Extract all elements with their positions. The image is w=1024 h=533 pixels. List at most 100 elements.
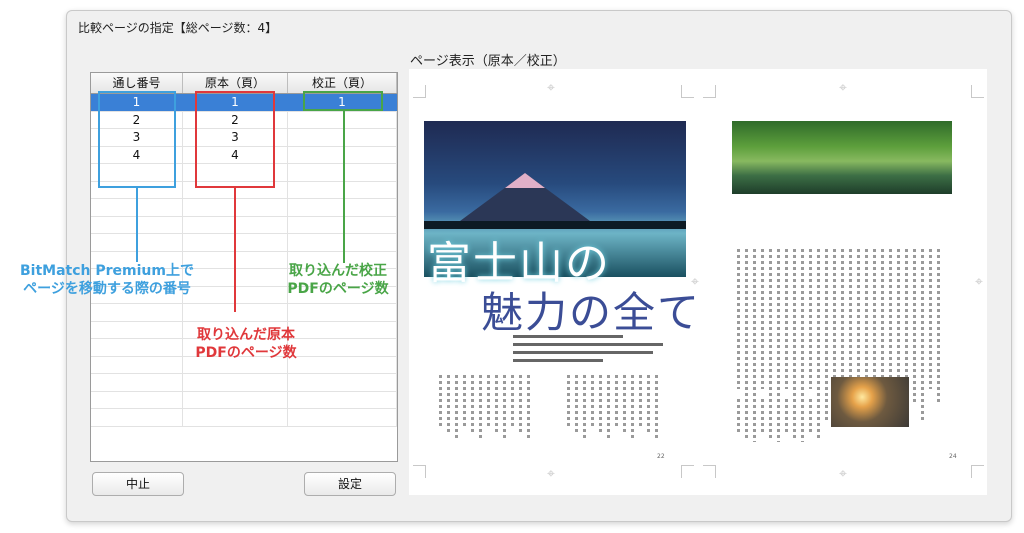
text-column [527,375,530,439]
crop-mark [413,465,426,478]
preview-label: ページ表示（原本／校正） [410,54,566,69]
text-column [801,249,804,421]
page-number-right: 24 [949,453,957,460]
text-column [737,399,740,434]
empty-cell [91,391,183,408]
text-column [881,249,884,389]
text-column [583,375,586,439]
header-serial[interactable]: 通し番号 [91,73,183,93]
article-title-line2: 魅力の全て [481,288,702,337]
empty-cell [183,409,288,426]
empty-table-row [91,304,397,322]
serial-column-highlight [98,91,176,188]
proof-column-highlight [303,91,383,111]
empty-cell [288,374,397,391]
sunset-photo [831,377,909,427]
empty-cell [91,339,183,356]
page-preview[interactable]: ⌖ ⌖ ⌖ ⌖ ⌖ ⌖ 富士山の 魅力の全て 22 24 [409,69,987,495]
text-column [809,399,812,434]
registration-mark-icon: ⌖ [547,466,555,482]
mountain-snowcap [505,173,545,188]
text-column [753,399,756,442]
text-column [913,249,916,405]
set-button[interactable]: 設定 [304,472,396,496]
body-text-columns-right [737,399,820,449]
red-leader-line [234,188,236,312]
text-column [793,249,796,405]
text-column [777,399,780,442]
text-column [905,249,908,389]
text-column [817,399,820,438]
text-column [793,399,796,438]
empty-cell [91,374,183,391]
text-column [639,375,642,427]
text-column [575,375,578,433]
text-column [785,249,788,389]
empty-cell [183,391,288,408]
note-line: 取り込んだ校正 [289,263,387,279]
crop-mark [681,85,694,98]
note-line: PDFのページ数 [287,281,389,297]
empty-cell [91,356,183,373]
note-line: BitMatch Premium上で [20,263,194,279]
text-column [447,375,450,433]
empty-cell [91,321,183,338]
crop-mark [703,465,716,478]
empty-table-row [91,374,397,392]
text-column [817,249,820,405]
registration-mark-icon: ⌖ [839,80,847,96]
text-column [647,375,650,433]
cancel-button[interactable]: 中止 [92,472,184,496]
text-column [785,399,788,434]
registration-mark-icon: ⌖ [839,466,847,482]
text-column [655,375,658,439]
crop-mark [413,85,426,98]
page-number-left: 22 [657,453,665,460]
green-leader-line [343,111,345,263]
empty-cell [91,304,183,321]
empty-cell [91,409,183,426]
empty-cell [288,304,397,321]
text-column [503,375,506,439]
text-column [833,249,836,389]
blue-leader-line [136,188,138,262]
text-column [761,399,764,434]
text-column [753,249,756,421]
header-original[interactable]: 原本（頁） [183,73,288,93]
text-column [631,375,634,439]
text-column [761,249,764,389]
body-text-columns-left [567,375,658,449]
dialog-title: 比較ページの指定【総ページ数：4】 [78,21,278,35]
serial-number-note: BitMatch Premium上で ページを移動する際の番号 [2,262,212,298]
empty-cell [288,391,397,408]
crop-mark [681,465,694,478]
text-column [801,399,804,442]
text-column [495,375,498,433]
empty-table-row [91,409,397,427]
text-column [455,375,458,439]
text-column [745,249,748,405]
lead-text [513,335,663,367]
crop-mark [971,85,984,98]
empty-table-row [91,391,397,409]
note-line: ページを移動する際の番号 [23,281,191,297]
text-column [921,249,924,421]
text-column [511,375,514,427]
text-column [937,249,940,405]
text-column [463,375,466,427]
text-column [769,399,772,438]
forest-pond-photo [732,121,952,194]
text-column [769,249,772,405]
empty-cell [288,409,397,426]
text-column [591,375,594,427]
original-column-highlight [195,91,275,188]
text-column [439,375,442,427]
text-column [737,249,740,389]
text-column [825,249,828,421]
proof-pages-note: 取り込んだ校正 PDFのページ数 [268,262,408,298]
text-column [471,375,474,433]
header-proof[interactable]: 校正（頁） [288,73,397,93]
original-pages-note: 取り込んだ原本 PDFのページ数 [176,326,316,362]
text-column [929,249,932,389]
text-column [615,375,618,427]
